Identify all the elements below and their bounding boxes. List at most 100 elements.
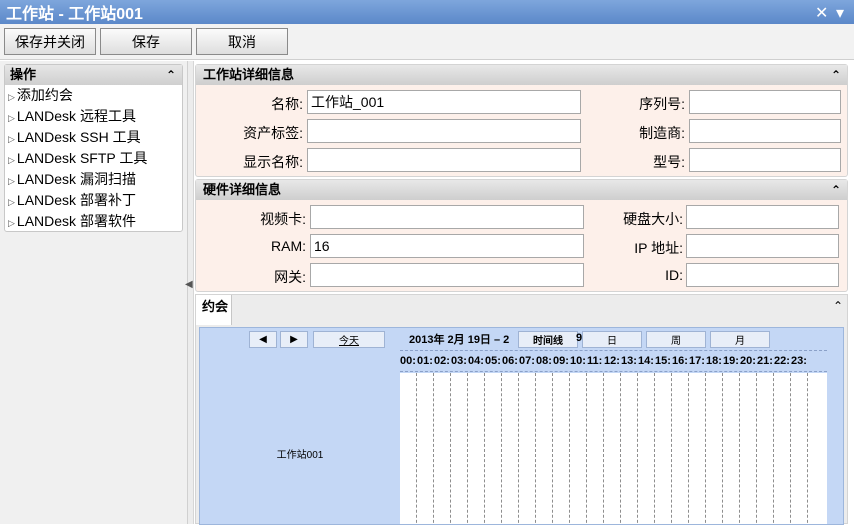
hour-label: 21: [757, 355, 773, 367]
hour-gridline [416, 373, 417, 524]
gateway-field[interactable] [310, 263, 584, 287]
operations-list: ▷ 添加约会 ▷ LANDesk 远程工具 ▷ LANDesk SSH 工具 ▷ LANDes… [5, 85, 182, 232]
operation-item[interactable]: ▷ LANDesk SSH 工具 [5, 127, 182, 148]
left-pane: 操作 ⌃ ▷ 添加约会 ▷ LANDesk 远程工具 ▷ LANDesk SSH 工具 ▷ L… [0, 61, 188, 524]
hour-gridline [773, 373, 774, 524]
ip-address-field[interactable] [686, 234, 839, 258]
date-range: 2013年 2月 19日 – 2 [409, 334, 510, 346]
collapse-icon[interactable]: ⌃ [831, 180, 841, 200]
expand-arrow-icon: ▷ [8, 134, 15, 144]
hour-gridline [535, 373, 536, 524]
section-title: 硬件详细信息 [203, 182, 282, 197]
operation-label: 添加约会 [16, 87, 73, 103]
pane-splitter[interactable]: ◀ [185, 61, 194, 524]
operation-item[interactable]: ▷ LANDesk 漏洞扫描 [5, 169, 182, 190]
hour-label: 02: [434, 355, 450, 367]
hardware-details-header[interactable]: 硬件详细信息 ⌃ [196, 180, 847, 200]
expand-arrow-icon: ▷ [8, 218, 15, 228]
hour-label: 06: [502, 355, 518, 367]
hour-label: 16: [672, 355, 688, 367]
hour-label: 17: [689, 355, 705, 367]
serial-label: 序列号: [639, 96, 685, 112]
operation-label: LANDesk 部署软件 [16, 213, 136, 229]
hour-label: 05: [485, 355, 501, 367]
hour-gridline [433, 373, 434, 524]
collapse-icon[interactable]: ⌃ [831, 65, 841, 85]
appointments-section: 约会 ⌃ ◀ ▶ 今天 2013年 2月 19日 – 2 时间线 9 日 周 月… [195, 294, 848, 525]
manufacturer-label: 制造商: [639, 125, 685, 141]
gateway-label: 网关: [274, 269, 306, 285]
hour-label: 09: [553, 355, 569, 367]
tab-day[interactable]: 日 [582, 331, 642, 348]
today-button[interactable]: 今天 [313, 331, 385, 348]
hour-gridline [705, 373, 706, 524]
prev-button[interactable]: ◀ [249, 331, 277, 348]
disk-size-field[interactable] [686, 205, 839, 229]
toolbar: 保存并关闭 保存 取消 [0, 24, 854, 60]
hour-label: 20: [740, 355, 756, 367]
cancel-button[interactable]: 取消 [196, 28, 288, 55]
hour-gridline [552, 373, 553, 524]
collapse-icon[interactable]: ⌃ [833, 299, 843, 313]
operation-item[interactable]: ▷ LANDesk SFTP 工具 [5, 148, 182, 169]
hour-gridline [739, 373, 740, 524]
hour-gridline [790, 373, 791, 524]
display-name-field[interactable] [307, 148, 581, 172]
operation-item[interactable]: ▷ 添加约会 [5, 85, 182, 106]
hour-label: 10: [570, 355, 586, 367]
operations-panel: 操作 ⌃ ▷ 添加约会 ▷ LANDesk 远程工具 ▷ LANDesk SSH 工具 ▷ L… [4, 64, 183, 232]
next-button[interactable]: ▶ [280, 331, 308, 348]
display-name-label: 显示名称: [243, 154, 303, 170]
asset-tag-label: 资产标签: [243, 125, 303, 141]
workstation-details-section: 工作站详细信息 ⌃ 名称: 资产标签: 显示名称: 序列号: 制造商: 型号: [195, 64, 848, 177]
tab-month[interactable]: 月 [710, 331, 770, 348]
chevron-down-icon[interactable]: ▾ [836, 3, 844, 23]
name-field[interactable] [307, 90, 581, 114]
video-card-field[interactable] [310, 205, 584, 229]
hour-header: 00: 01: 02: 03: 04: 05: 06: 07: 08: 09: 10: 11: 12: 1… [400, 350, 827, 372]
ram-field[interactable] [310, 234, 584, 258]
operation-item[interactable]: ▷ LANDesk 远程工具 [5, 106, 182, 127]
hour-label: 08: [536, 355, 552, 367]
hour-label: 18: [706, 355, 722, 367]
hour-label: 04: [468, 355, 484, 367]
id-label: ID: [665, 267, 683, 283]
hour-gridline [501, 373, 502, 524]
operation-label: LANDesk 漏洞扫描 [16, 171, 136, 187]
id-field[interactable] [686, 263, 839, 287]
hour-gridline [586, 373, 587, 524]
operations-title: 操作 [10, 67, 37, 82]
operations-header[interactable]: 操作 ⌃ [5, 65, 182, 85]
section-title: 工作站详细信息 [203, 67, 295, 82]
expand-arrow-icon: ▷ [8, 155, 15, 165]
manufacturer-field[interactable] [689, 119, 841, 143]
disk-size-label: 硬盘大小: [623, 211, 683, 227]
collapse-left-icon[interactable]: ◀ [185, 279, 193, 290]
hour-label: 19: [723, 355, 739, 367]
save-close-button[interactable]: 保存并关闭 [4, 28, 96, 55]
model-field[interactable] [689, 148, 841, 172]
expand-arrow-icon: ▷ [8, 92, 15, 102]
workstation-details-header[interactable]: 工作站详细信息 ⌃ [196, 65, 847, 85]
operation-item[interactable]: ▷ LANDesk 部署补丁 [5, 190, 182, 211]
window-titlebar: 工作站 - 工作站001 ✕ ▾ [0, 0, 854, 24]
video-card-label: 视频卡: [260, 211, 306, 227]
hour-gridline [671, 373, 672, 524]
serial-field[interactable] [689, 90, 841, 114]
expand-arrow-icon: ▷ [8, 197, 15, 207]
model-label: 型号: [653, 154, 685, 170]
tab-week[interactable]: 周 [646, 331, 706, 348]
tab-timeline[interactable]: 时间线 [518, 331, 578, 348]
operation-item[interactable]: ▷ LANDesk 部署软件 [5, 211, 182, 232]
hour-label: 15: [655, 355, 671, 367]
hour-label: 14: [638, 355, 654, 367]
close-icon[interactable]: ✕ [815, 3, 828, 23]
tab-appointments[interactable]: 约会 [196, 295, 232, 325]
hour-gridline [467, 373, 468, 524]
save-button[interactable]: 保存 [100, 28, 192, 55]
operation-label: LANDesk 远程工具 [16, 108, 136, 124]
asset-tag-field[interactable] [307, 119, 581, 143]
hour-label: 07: [519, 355, 535, 367]
collapse-icon[interactable]: ⌃ [166, 65, 176, 85]
timeline-grid[interactable] [400, 373, 827, 524]
